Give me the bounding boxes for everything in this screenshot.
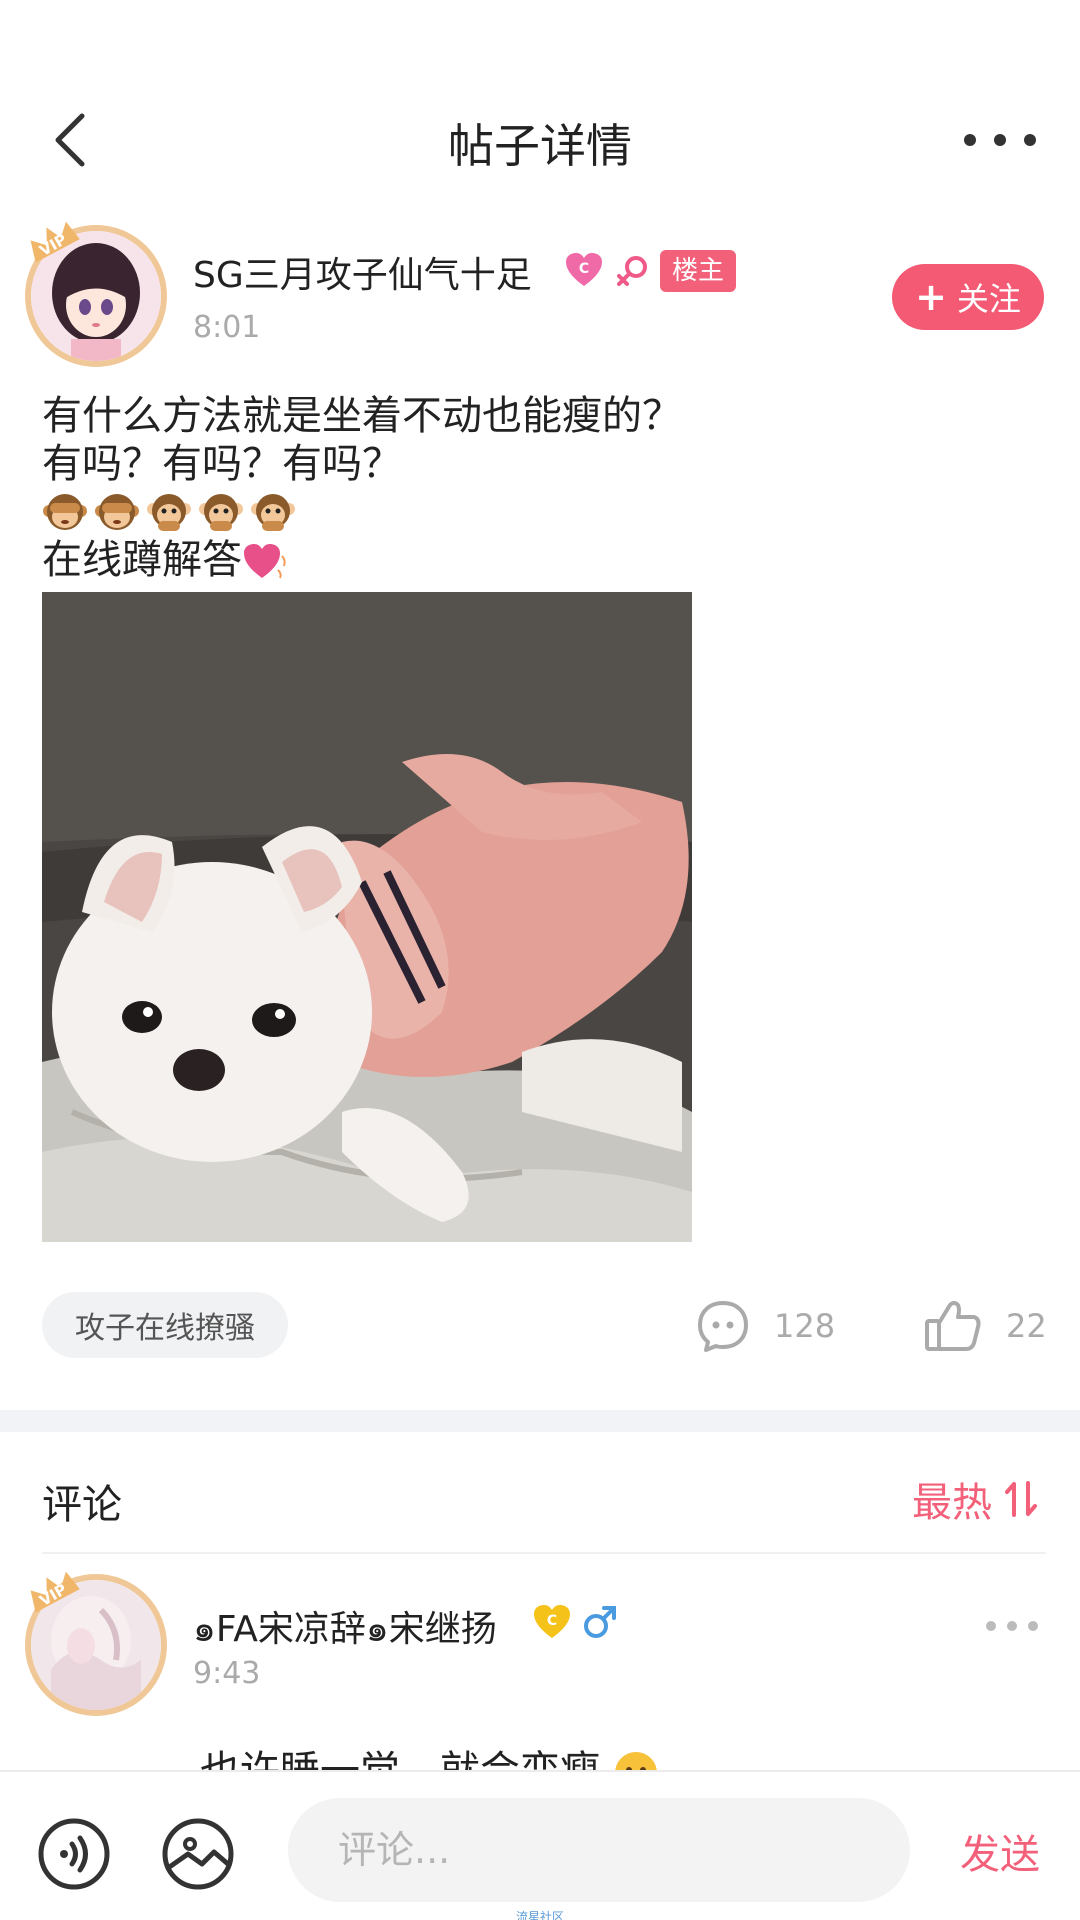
heart-icon [244,544,286,579]
post-content: 有什么方法就是坐着不动也能瘦的？ 有吗？有吗？有吗？ 在线蹲解答 [42,392,682,584]
monkey-face-icon [251,494,295,531]
svg-text:C: C [547,1613,557,1629]
top-nav-bar: 帖子详情 [0,80,1080,200]
author-name[interactable]: SG三月攻子仙气十足 [193,246,532,298]
like-button[interactable]: 22 [924,1296,1047,1356]
dot-icon [994,134,1006,146]
divider [42,1552,1046,1554]
comment-count-button[interactable]: 128 [696,1296,835,1356]
voice-icon [38,1818,110,1890]
send-button[interactable]: 发送 [960,1822,1040,1880]
post-text-line: 有什么方法就是坐着不动也能瘦的？ [42,393,682,439]
see-no-evil-monkey-icon [43,494,87,530]
vip-badge: VIP [24,222,82,262]
section-separator [0,1410,1080,1432]
comment-more-button[interactable] [986,1616,1038,1636]
watermark-text: 流星社区 [515,1910,564,1920]
image-icon [162,1818,234,1890]
dot-icon [986,1621,996,1631]
sort-toggle[interactable]: 最热 [912,1470,1038,1528]
follow-button[interactable]: + 关注 [892,264,1044,330]
voice-button[interactable] [38,1818,110,1890]
post-time: 8:01 [193,310,261,345]
post-text-line: 在线蹲解答 [42,537,242,583]
sort-label: 最热 [912,1480,992,1526]
thumbs-up-icon [925,1301,981,1351]
page-title: 帖子详情 [448,119,632,173]
post-image[interactable] [42,592,692,1242]
sort-arrows-icon [1005,1481,1037,1517]
follow-label: 关注 [956,280,1021,318]
commenter-name[interactable]: ๑FA宋凉辞๑宋继扬 [193,1600,497,1657]
image-button[interactable] [162,1818,234,1890]
comment-bubble-icon [698,1301,748,1352]
post-text-line-last: 在线蹲解答 [42,536,682,584]
topic-tag[interactable]: 攻子在线撩骚 [42,1292,288,1358]
plus-icon: + [915,275,947,319]
comment-input[interactable] [288,1798,910,1902]
monkey-face-icon [199,494,243,531]
dot-icon [964,134,976,146]
vip-badge: VIP [24,1572,82,1612]
see-no-evil-monkey-icon [95,494,139,530]
owner-badge: 楼主 [660,250,737,292]
bottom-input-bar: 发送 流星社区 [0,1770,1080,1920]
dot-icon [1007,1621,1017,1631]
comment-time: 9:43 [193,1656,261,1691]
comment-count: 128 [774,1307,836,1345]
dot-icon [1028,1621,1038,1631]
more-options-button[interactable] [964,122,1036,158]
post-text-line: 有吗？有吗？有吗？ [42,441,402,487]
comments-title: 评论 [42,1482,122,1528]
female-icon [617,256,647,286]
dot-icon [1024,134,1036,146]
svg-text:C: C [579,261,589,277]
heart-level-icon: C [566,253,602,286]
monkey-face-icon [147,494,191,531]
male-icon [584,1606,616,1638]
like-count: 22 [1006,1307,1047,1345]
emoji-row [42,488,682,536]
heart-level-icon: C [534,1605,570,1638]
